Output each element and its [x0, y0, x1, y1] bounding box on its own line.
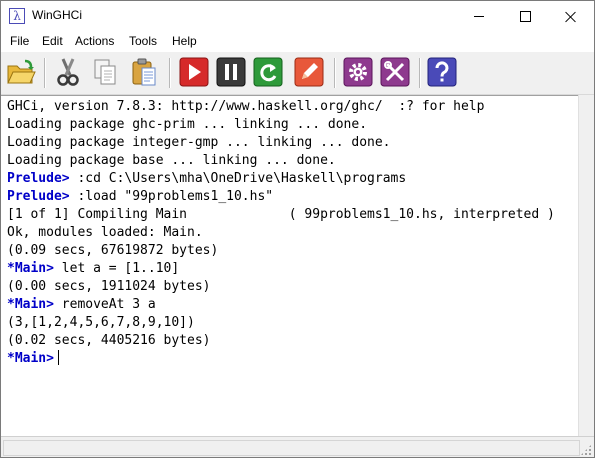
- title-bar[interactable]: λ WinGHCi: [1, 1, 594, 32]
- help-icon: [427, 57, 457, 87]
- copy-button[interactable]: [89, 56, 121, 88]
- console-line: Loading package base ... linking ... don…: [7, 152, 555, 170]
- status-bar: [1, 436, 594, 457]
- console-line: Loading package integer-gmp ... linking …: [7, 134, 555, 152]
- console-line-text: let a = [1..10]: [53, 261, 180, 276]
- status-pane: [3, 440, 580, 456]
- cut-button[interactable]: [52, 56, 84, 88]
- toolbar-separator: [169, 58, 171, 88]
- console-line: (0.09 secs, 67619872 bytes): [7, 242, 555, 260]
- console-line: (0.02 secs, 4405216 bytes): [7, 332, 555, 350]
- console-line: Prelude> :load "99problems1_10.hs": [7, 188, 555, 206]
- settings-button[interactable]: [342, 56, 374, 88]
- menu-tools[interactable]: Tools: [128, 34, 158, 48]
- ghci-prompt: *Main>: [7, 297, 54, 312]
- vertical-scrollbar[interactable]: [578, 95, 594, 436]
- toolbar-separator: [334, 58, 336, 88]
- open-button[interactable]: [5, 56, 37, 88]
- console-line-text: (0.09 secs, 67619872 bytes): [7, 243, 219, 258]
- winghci-window: λ WinGHCi File Edit Actions Tools Help G…: [0, 0, 595, 458]
- run-icon: [179, 57, 209, 87]
- text-caret: [57, 350, 59, 365]
- copy-icon: [94, 59, 116, 85]
- window-title: WinGHCi: [32, 8, 82, 22]
- console-line-text: (3,[1,2,4,5,6,7,8,9,10]): [7, 315, 195, 330]
- console-output: GHCi, version 7.8.3: http://www.haskell.…: [7, 98, 555, 368]
- edit-button[interactable]: [293, 56, 325, 88]
- console-line-text: (0.00 secs, 1911024 bytes): [7, 279, 211, 294]
- console-line-text: Loading package ghc-prim ... linking ...…: [7, 117, 368, 132]
- console-line-text: removeAt 3 a: [53, 297, 156, 312]
- close-button[interactable]: [548, 1, 594, 32]
- ghci-prompt: *Main>: [7, 351, 54, 366]
- resize-grip-icon[interactable]: [580, 444, 592, 456]
- ghci-console[interactable]: GHCi, version 7.8.3: http://www.haskell.…: [1, 95, 578, 437]
- run-button[interactable]: [178, 56, 210, 88]
- console-line: Loading package ghc-prim ... linking ...…: [7, 116, 555, 134]
- open-folder-icon: [7, 59, 36, 84]
- console-line: [1 of 1] Compiling Main ( 99problems1_10…: [7, 206, 555, 224]
- console-line-text: [1 of 1] Compiling Main ( 99problems1_10…: [7, 207, 555, 222]
- tools-icon: [380, 57, 410, 87]
- console-line: *Main> let a = [1..10]: [7, 260, 555, 278]
- ghci-prompt: Prelude>: [7, 171, 70, 186]
- maximize-button[interactable]: [502, 1, 548, 32]
- menu-edit[interactable]: Edit: [41, 34, 64, 48]
- lambda-app-icon: λ: [9, 8, 25, 24]
- reload-icon: [253, 57, 283, 87]
- menu-file[interactable]: File: [9, 34, 30, 48]
- console-line: *Main> removeAt 3 a: [7, 296, 555, 314]
- console-line: Ok, modules loaded: Main.: [7, 224, 555, 242]
- menu-bar: File Edit Actions Tools Help: [1, 32, 594, 52]
- maximize-icon: [519, 11, 531, 22]
- console-line: (0.00 secs, 1911024 bytes): [7, 278, 555, 296]
- minimize-button[interactable]: [456, 1, 502, 32]
- console-line-text: (0.02 secs, 4405216 bytes): [7, 333, 211, 348]
- console-line: GHCi, version 7.8.3: http://www.haskell.…: [7, 98, 555, 116]
- paste-icon: [132, 58, 156, 86]
- tools-button[interactable]: [379, 56, 411, 88]
- pause-icon: [216, 57, 246, 87]
- console-line-text: :cd C:\Users\mha\OneDrive\Haskell\progra…: [69, 171, 407, 186]
- console-line: (3,[1,2,4,5,6,7,8,9,10]): [7, 314, 555, 332]
- toolbar: [1, 52, 594, 95]
- console-line: Prelude> :cd C:\Users\mha\OneDrive\Haske…: [7, 170, 555, 188]
- settings-gear-icon: [343, 57, 373, 87]
- reload-button[interactable]: [252, 56, 284, 88]
- ghci-prompt: *Main>: [7, 261, 54, 276]
- paste-button[interactable]: [128, 56, 160, 88]
- close-icon: [565, 11, 577, 23]
- cut-icon: [57, 58, 79, 86]
- edit-icon: [294, 57, 324, 87]
- console-line-text: Loading package integer-gmp ... linking …: [7, 135, 391, 150]
- pause-button[interactable]: [215, 56, 247, 88]
- ghci-prompt: Prelude>: [7, 189, 70, 204]
- console-line-text: GHCi, version 7.8.3: http://www.haskell.…: [7, 99, 485, 114]
- menu-help[interactable]: Help: [171, 34, 198, 48]
- menu-actions[interactable]: Actions: [74, 34, 115, 48]
- help-button[interactable]: [426, 56, 458, 88]
- toolbar-separator: [44, 58, 46, 88]
- console-line: *Main>: [7, 350, 555, 368]
- toolbar-separator: [419, 58, 421, 88]
- console-line-text: Ok, modules loaded: Main.: [7, 225, 203, 240]
- minimize-icon: [474, 16, 484, 17]
- console-line-text: Loading package base ... linking ... don…: [7, 153, 336, 168]
- console-line-text: :load "99problems1_10.hs": [69, 189, 274, 204]
